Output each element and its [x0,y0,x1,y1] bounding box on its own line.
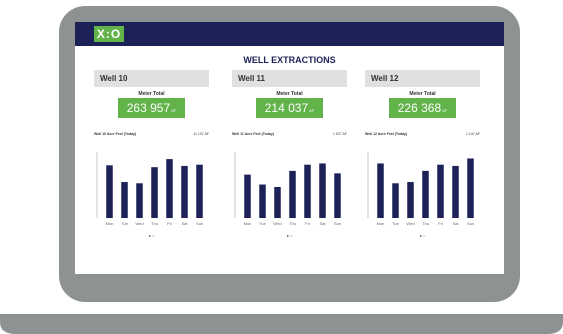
x-tick-label: Wed [135,221,143,226]
bar-sun[interactable] [196,164,203,218]
panel-title: Well 12 [365,70,480,87]
daily-bar-chart: Mon Tue Wed Thu Fri Sat Sun [94,148,209,240]
acre-feet-label: Well 12 Acre Feet (Today) [365,132,408,136]
bar-wed[interactable] [274,187,281,218]
laptop-lid: X:O WELL EXTRACTIONS Well 10 Meter Total… [59,6,520,302]
meter-value: 214 037 [264,101,309,115]
chart-pager[interactable]: ● ○ [232,233,347,238]
bar-sun[interactable] [334,173,341,218]
bar-mon[interactable] [106,165,113,218]
acre-feet-label: Well 11 Acre Feet (Today) [232,132,274,136]
meter-unit: AF [442,108,448,113]
panel-title: Well 10 [94,70,209,87]
acre-feet-value: 1 027 AF [332,132,347,136]
x-tick-label: Sat [319,221,326,226]
meter-total-value: 214 037AF [256,98,323,118]
x-tick-label: Sun [196,221,203,226]
meter-value: 263 957 [126,101,171,115]
bar-thu[interactable] [151,167,158,218]
bar-fri[interactable] [437,164,444,218]
bar-mon[interactable] [377,163,384,218]
meter-unit: AF [309,108,315,113]
x-tick-label: Mon [377,221,385,226]
meter-total-value: 263 957AF [118,98,185,118]
well-panel: Well 10 Meter Total 263 957AF Well 10 Ac… [94,70,209,240]
bar-sat[interactable] [452,165,459,218]
meter-total-label: Meter Total [138,91,165,97]
x-tick-label: Sun [334,221,341,226]
meter-value: 226 368 [397,101,442,115]
bar-chart-svg: Mon Tue Wed Thu Fri Sat Sun [367,152,474,226]
meter-total-label: Meter Total [409,91,436,97]
bar-thu[interactable] [422,170,429,218]
x-tick-label: Mon [106,221,114,226]
bar-wed[interactable] [136,183,143,218]
x-tick-label: Mon [244,221,252,226]
panel-title: Well 11 [232,70,347,87]
acre-feet-value: 11 107 AF [193,132,209,136]
x-tick-label: Tue [392,221,400,226]
bar-sat[interactable] [319,163,326,218]
x-tick-label: Thu [422,221,429,226]
bar-mon[interactable] [244,174,251,218]
meter-unit: AF [171,108,177,113]
x-tick-label: Wed [406,221,414,226]
laptop-screen: X:O WELL EXTRACTIONS Well 10 Meter Total… [75,22,504,274]
x-tick-label: Tue [259,221,267,226]
bar-sun[interactable] [467,158,474,218]
chart-pager[interactable]: ● ○ [94,233,209,238]
top-bar: X:O [75,22,504,46]
laptop-base [0,314,563,334]
bar-thu[interactable] [289,170,296,218]
bar-tue[interactable] [392,183,399,218]
acre-feet-label: Well 10 Acre Feet (Today) [94,132,137,136]
bar-fri[interactable] [166,159,173,218]
x-tick-label: Sat [181,221,188,226]
bar-tue[interactable] [259,184,266,218]
bar-wed[interactable] [407,182,414,218]
bar-fri[interactable] [304,164,311,218]
bar-tue[interactable] [121,182,128,218]
daily-bar-chart: Mon Tue Wed Thu Fri Sat Sun [232,148,347,240]
brand-logo: X:O [94,26,124,42]
x-tick-label: Fri [438,221,443,226]
well-panel: Well 12 Meter Total 226 368AF Well 12 Ac… [365,70,480,240]
acre-feet-value: 1 147 AF [465,132,480,136]
x-tick-label: Thu [289,221,296,226]
x-tick-label: Fri [305,221,310,226]
x-tick-label: Sat [452,221,459,226]
x-tick-label: Sun [467,221,474,226]
meter-total-value: 226 368AF [389,98,456,118]
x-tick-label: Wed [273,221,281,226]
bar-chart-svg: Mon Tue Wed Thu Fri Sat Sun [234,152,341,226]
meter-total-label: Meter Total [276,91,303,97]
bar-sat[interactable] [181,165,188,218]
chart-pager[interactable]: ● ○ [365,233,480,238]
bar-chart-svg: Mon Tue Wed Thu Fri Sat Sun [96,152,203,226]
x-tick-label: Thu [151,221,158,226]
x-tick-label: Tue [121,221,129,226]
x-tick-label: Fri [167,221,172,226]
page-title: WELL EXTRACTIONS [243,55,336,65]
well-panel: Well 11 Meter Total 214 037AF Well 11 Ac… [232,70,347,240]
daily-bar-chart: Mon Tue Wed Thu Fri Sat Sun [365,148,480,240]
